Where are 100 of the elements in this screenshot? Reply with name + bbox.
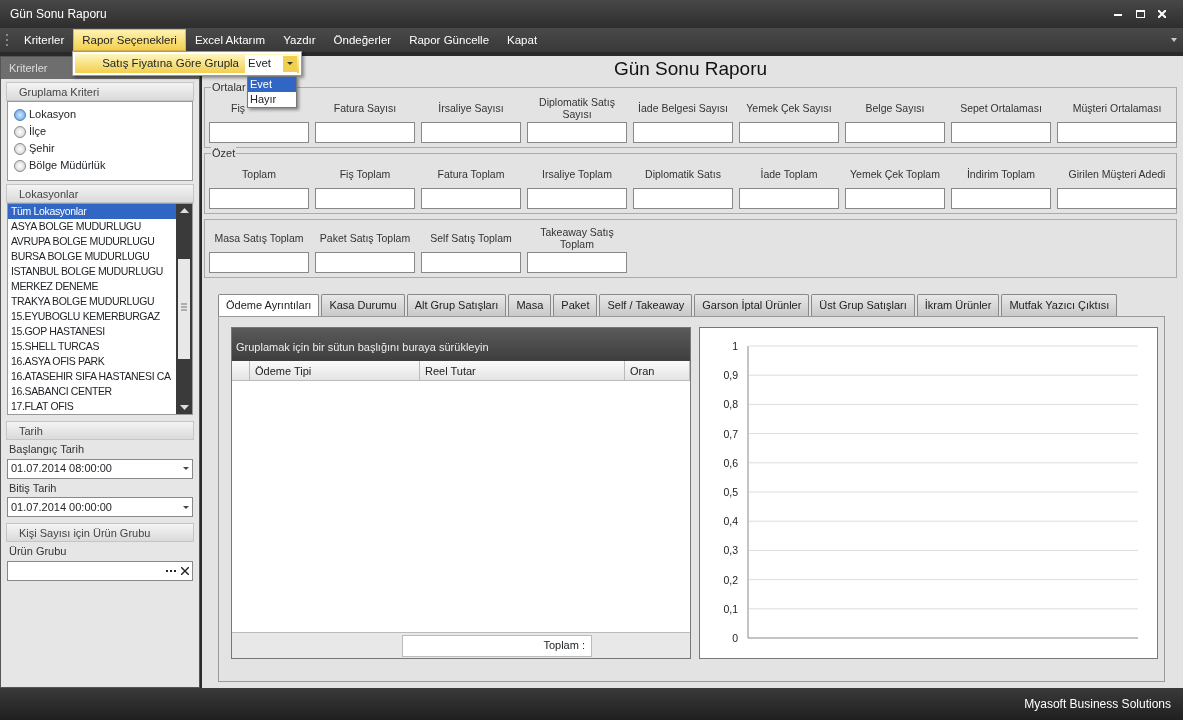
tab[interactable]: Self / Takeaway: [599, 294, 693, 316]
input-field[interactable]: [209, 252, 309, 273]
date-field[interactable]: 01.07.2014 08:00:00: [7, 458, 193, 479]
tab[interactable]: Ödeme Ayrıntıları: [218, 294, 320, 316]
tick-label: 0,5: [723, 485, 738, 498]
field-label: Ürün Grubu: [8, 544, 68, 559]
field-label: Paket Satış Toplam: [319, 232, 411, 244]
input-field[interactable]: [845, 122, 945, 143]
tab[interactable]: İkram Ürünler: [916, 294, 1000, 316]
clear-icon: [181, 566, 189, 575]
list-item[interactable]: 17.FLAT OFIS: [8, 399, 176, 414]
tab[interactable]: Paket: [553, 294, 598, 316]
tab[interactable]: Garson İptal Ürünler: [694, 294, 810, 316]
tab[interactable]: Kasa Durumu: [321, 294, 405, 316]
tick-label: 0,3: [723, 543, 738, 556]
tick-label: 0,4: [723, 514, 738, 527]
field-label: Diplomatik Satıs: [645, 168, 721, 180]
input-field[interactable]: [633, 188, 733, 209]
group-legend: Ortalar: [211, 80, 247, 94]
grip-icon: [6, 33, 9, 47]
list-item[interactable]: 16.SABANCI CENTER: [8, 384, 176, 399]
group-legend: Özet: [211, 146, 237, 160]
radio-option[interactable]: Lokasyon: [8, 106, 192, 123]
input-field[interactable]: [845, 188, 945, 209]
input-field[interactable]: [315, 188, 415, 209]
input-field[interactable]: [739, 122, 839, 143]
window-title: Gün Sonu Raporu: [10, 6, 108, 23]
panel-title: Kriterler: [9, 60, 48, 76]
tab[interactable]: Alt Grup Satışları: [406, 294, 507, 316]
dropdown-option[interactable]: Hayır: [248, 92, 296, 107]
input-field[interactable]: [527, 188, 627, 209]
tab[interactable]: Üst Grup Satışları: [811, 294, 915, 316]
group-header: Lokasyonlar: [6, 184, 194, 203]
input-field[interactable]: [421, 122, 521, 143]
menu-item[interactable]: Rapor Güncelle: [400, 29, 499, 51]
list-item[interactable]: TRAKYA BOLGE MUDURLUGU: [8, 294, 176, 309]
field-label: Belge Sayısı: [865, 102, 925, 114]
overflow-caret-icon: [1171, 38, 1177, 42]
list-item[interactable]: 16.ASYA OFIS PARK: [8, 354, 176, 369]
field-label: Fiş Toplam: [339, 168, 391, 180]
list-item[interactable]: 15.SHELL TURCAS: [8, 339, 176, 354]
list-item[interactable]: ISTANBUL BOLGE MUDURLUGU: [8, 264, 176, 279]
tab[interactable]: Masa: [508, 294, 552, 316]
input-field[interactable]: [633, 122, 733, 143]
input-field[interactable]: [315, 252, 415, 273]
input-field[interactable]: [739, 188, 839, 209]
report-title: Gün Sonu Raporu: [613, 58, 768, 79]
input-field[interactable]: [1057, 188, 1177, 209]
column-header[interactable]: Reel Tutar: [420, 360, 625, 380]
list-item[interactable]: AVRUPA BOLGE MUDURLUGU: [8, 234, 176, 249]
input-field[interactable]: [1057, 122, 1177, 143]
field-label: İade Toplam: [760, 168, 818, 180]
input-field[interactable]: [951, 122, 1051, 143]
menu-item[interactable]: Kapat: [498, 29, 547, 51]
maximize-icon: [1135, 10, 1145, 18]
field-label: Irsaliye Toplam: [542, 168, 612, 180]
input-field[interactable]: [209, 188, 309, 209]
input-field[interactable]: [421, 252, 521, 273]
menu-item[interactable]: Öndeğerler: [324, 29, 401, 51]
input-field[interactable]: [527, 252, 627, 273]
field-label: İndirim Toplam: [966, 168, 1036, 180]
menu-item[interactable]: Rapor Seçenekleri: [73, 29, 186, 51]
date-field[interactable]: 01.07.2014 00:00:00: [7, 497, 193, 517]
input-field[interactable]: [315, 122, 415, 143]
list-item[interactable]: Tüm Lokasyonlar: [8, 204, 176, 219]
minimize-icon: [1114, 12, 1122, 16]
menu-item[interactable]: Excel Aktarım: [185, 29, 275, 51]
column-header[interactable]: Oran: [625, 360, 690, 380]
input-field[interactable]: [209, 122, 309, 143]
input-field[interactable]: [527, 122, 627, 143]
total-label: Toplam :: [402, 634, 592, 657]
list-item[interactable]: 15.EYUBOGLU KEMERBURGAZ: [8, 309, 176, 324]
menu-item[interactable]: Yazdır: [274, 29, 325, 51]
list-item[interactable]: 16.ATASEHIR SIFA HASTANESI CA: [8, 369, 176, 384]
field-label: Masa Satış Toplam: [214, 232, 304, 244]
input-field[interactable]: [421, 188, 521, 209]
list-item[interactable]: BURSA BOLGE MUDURLUGU: [8, 249, 176, 264]
list-item[interactable]: ASYA BOLGE MUDURLUGU: [8, 219, 176, 234]
menu-item[interactable]: Kriterler: [15, 29, 74, 51]
tick-label: 0,7: [723, 427, 738, 440]
radio-option[interactable]: Şehir: [8, 140, 192, 157]
list-item[interactable]: MERKEZ DENEME: [8, 279, 176, 294]
scrollbar[interactable]: [176, 204, 192, 414]
list-item[interactable]: 15.GOP HASTANESI: [8, 324, 176, 339]
column-header[interactable]: Ödeme Tipi: [250, 360, 420, 380]
radio-option[interactable]: Bölge Müdürlük: [8, 157, 192, 174]
input-field[interactable]: [951, 188, 1051, 209]
ellipsis-icon: [165, 569, 176, 572]
field-label: Fiş: [231, 102, 245, 114]
field-label: İrsaliye Sayısı: [438, 102, 504, 114]
tab[interactable]: Mutfak Yazıcı Çıktısı: [1001, 294, 1118, 316]
close-icon: [1158, 10, 1166, 18]
dropdown-option[interactable]: Evet: [248, 77, 296, 92]
product-group-field[interactable]: [7, 560, 193, 581]
option-label: Satış Fiyatına Göre Grupla: [102, 55, 239, 71]
combo-box[interactable]: Evet: [245, 54, 297, 73]
radio-option[interactable]: İlçe: [8, 123, 192, 140]
field-label: Diplomatik Satış Sayısı: [538, 96, 616, 120]
field-label: Bitiş Tarih: [8, 480, 58, 496]
field-label: Fatura Sayısı: [333, 102, 397, 114]
